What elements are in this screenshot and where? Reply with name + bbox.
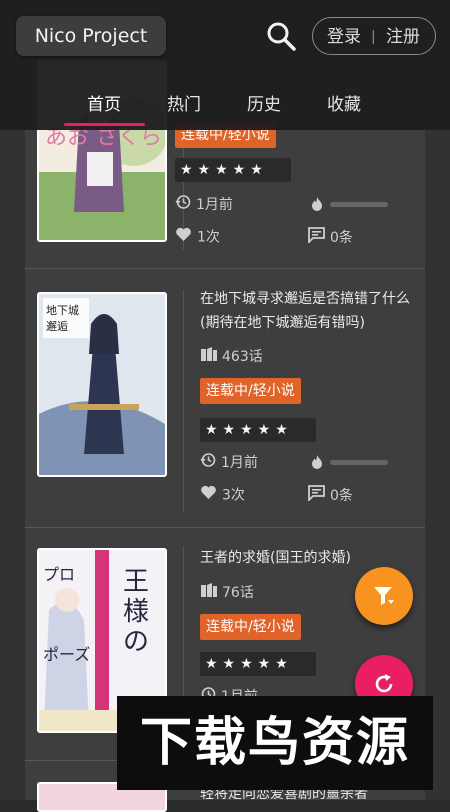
popularity-1	[310, 194, 390, 214]
history-icon	[175, 194, 191, 216]
tab-hot[interactable]: 热门	[167, 90, 201, 115]
svg-text:ポーズ: ポーズ	[43, 645, 90, 664]
likes-2-text: 3次	[222, 487, 245, 504]
book-title-2[interactable]: 在地下城寻求邂逅是否搞错了什么(期待在地下城邂逅有错吗)	[200, 287, 415, 335]
filter-icon	[374, 587, 394, 605]
refresh-icon	[375, 674, 393, 693]
cover-3-title: 王	[123, 567, 149, 597]
likes-1[interactable]: 1次	[175, 227, 220, 247]
popularity-2	[310, 452, 390, 472]
update-time-2: 1月前	[200, 452, 258, 472]
search-icon	[267, 22, 296, 51]
comments-2[interactable]: 0条	[308, 485, 353, 505]
book-cover-2[interactable]: 地下城 邂逅	[37, 292, 167, 477]
flame-icon	[310, 196, 324, 216]
book-icon	[200, 582, 218, 604]
comments-1-text: 0条	[330, 230, 353, 246]
comments-2-text: 0条	[330, 488, 353, 504]
filter-fab[interactable]	[355, 567, 413, 625]
flame-icon	[310, 454, 324, 474]
comments-1[interactable]: 0条	[308, 227, 353, 247]
tab-favorites[interactable]: 收藏	[327, 90, 361, 115]
likes-1-text: 1次	[197, 229, 220, 246]
card-divider-3	[183, 546, 184, 696]
update-time-1: 1月前	[175, 194, 233, 214]
rating-stars-2: ★★★★★	[200, 418, 316, 442]
likes-2[interactable]: 3次	[200, 485, 245, 505]
chapter-count-3-text: 76话	[222, 585, 254, 601]
rating-stars-3: ★★★★★	[200, 652, 316, 676]
auth-box: 登录 | 注册	[312, 17, 436, 55]
card-separator-1	[25, 268, 425, 269]
heart-icon	[175, 227, 192, 248]
tab-bar: 首页 热门 历史 收藏	[0, 85, 450, 126]
app-title[interactable]: Nico Project	[16, 16, 166, 56]
svg-text:様: 様	[123, 597, 149, 627]
comment-icon	[308, 227, 325, 249]
rating-stars-1: ★★★★★	[175, 158, 291, 182]
watermark-banner: 下载鸟资源	[117, 696, 433, 790]
svg-text:の: の	[123, 627, 149, 657]
chapter-count-3: 76话	[200, 582, 254, 602]
chapter-count-2-text: 463话	[222, 349, 263, 365]
status-tag-2: 连载中/轻小说	[200, 378, 301, 404]
popularity-bar-2	[330, 460, 388, 465]
update-time-2-text: 1月前	[221, 455, 258, 471]
card-divider-2	[183, 290, 184, 512]
search-button[interactable]	[265, 20, 297, 52]
cover-2-title: 地下城	[46, 304, 79, 317]
heart-icon	[200, 485, 217, 506]
auth-separator: |	[371, 29, 376, 45]
active-tab-indicator	[64, 123, 145, 126]
svg-text:プロ: プロ	[43, 565, 75, 584]
login-button[interactable]: 登录	[327, 18, 361, 56]
svg-text:邂逅: 邂逅	[46, 319, 68, 333]
register-button[interactable]: 注册	[386, 18, 420, 56]
history-icon	[200, 452, 216, 474]
status-tag-3: 连载中/轻小说	[200, 614, 301, 640]
tab-history[interactable]: 历史	[247, 90, 281, 115]
card-separator-2	[25, 527, 425, 528]
chapter-count-2: 463话	[200, 346, 263, 366]
tab-home[interactable]: 首页	[87, 90, 121, 115]
update-time-1-text: 1月前	[196, 197, 233, 213]
comment-icon	[308, 485, 325, 507]
cover-art-2: 地下城 邂逅	[39, 294, 165, 475]
popularity-bar-1	[330, 202, 388, 207]
app-header: Nico Project 登录 | 注册 首页 热门 历史 收藏	[0, 0, 450, 130]
book-icon	[200, 346, 218, 368]
